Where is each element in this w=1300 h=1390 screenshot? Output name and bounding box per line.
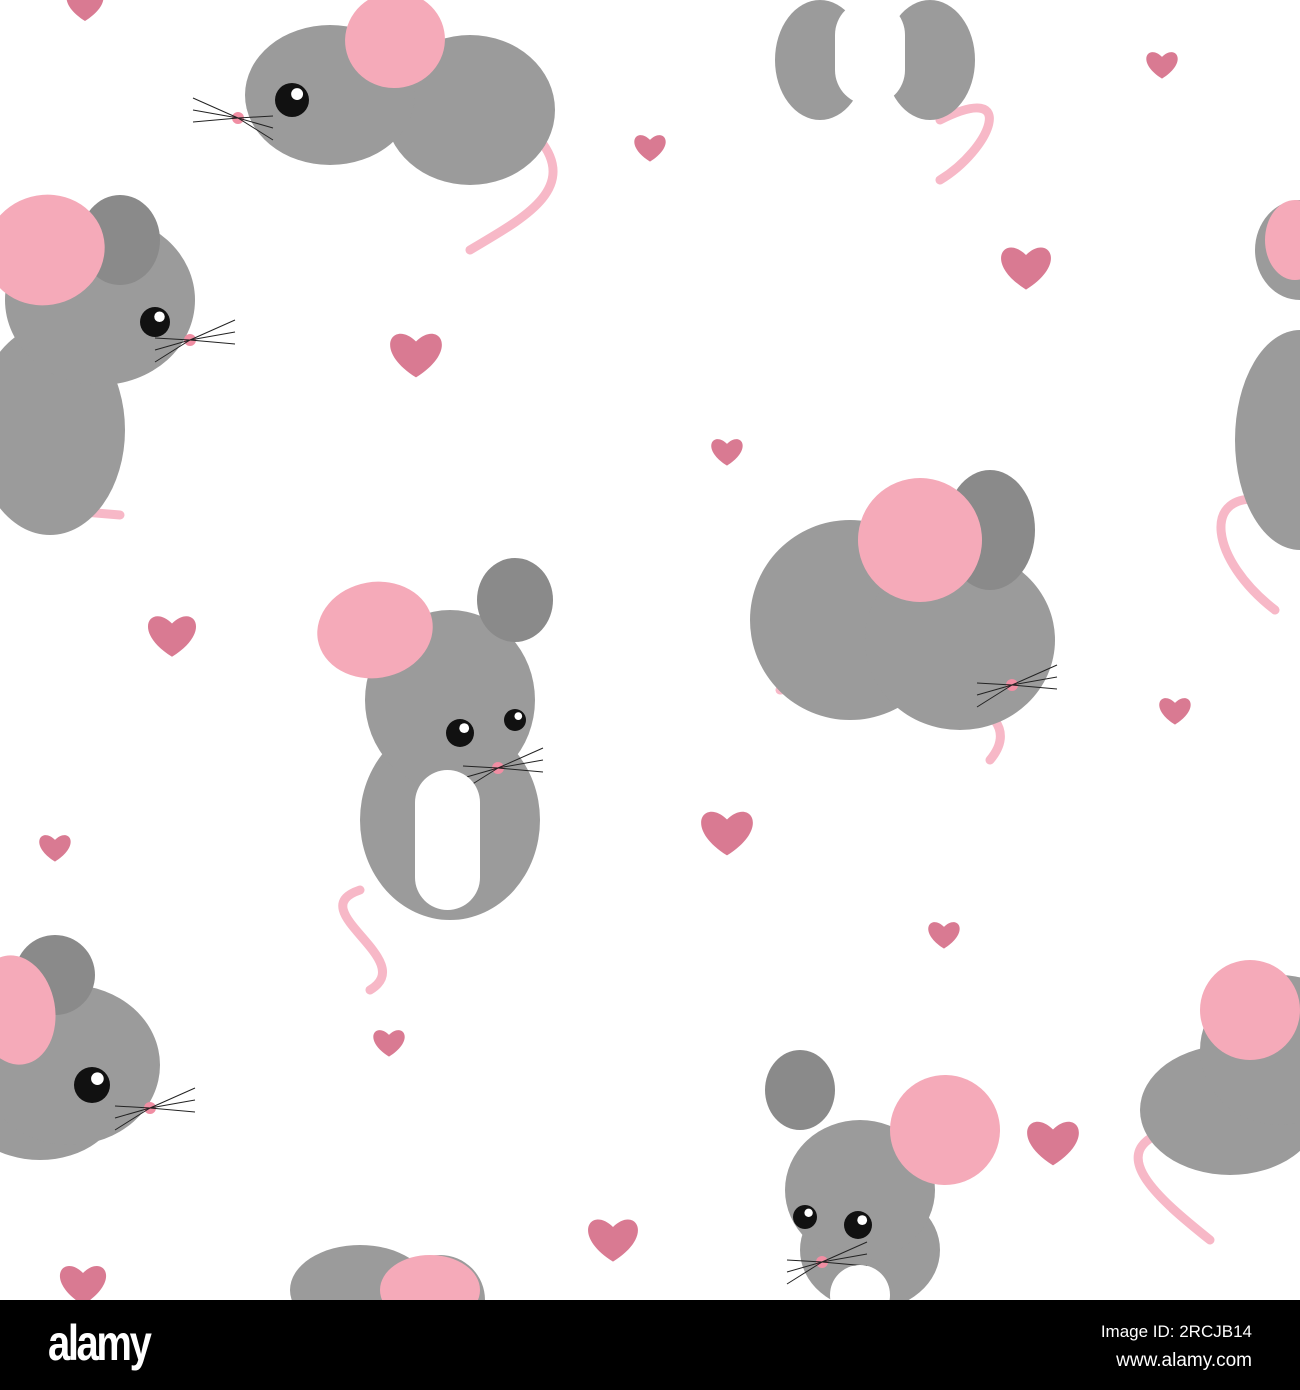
- image-id-label: Image ID: 2RCJB14: [1100, 1322, 1252, 1341]
- mice-group: [0, 0, 1300, 1300]
- mouse-figure: [0, 935, 196, 1160]
- heart-shape: [60, 1266, 106, 1300]
- mouse-pattern-illustration: [0, 0, 1300, 1300]
- heart-shape: [928, 922, 960, 949]
- mouse-figure: [750, 470, 1058, 765]
- mouse-figure: [0, 194, 236, 535]
- heart-shape: [634, 135, 666, 162]
- heart-shape: [1146, 52, 1178, 79]
- heart-shape: [390, 333, 442, 378]
- heart-shape: [39, 835, 71, 862]
- heart-shape: [147, 616, 197, 657]
- site-url: www.alamy.com: [1116, 1350, 1252, 1371]
- mouse-figure: [775, 0, 994, 185]
- heart-shape: [1027, 1121, 1079, 1166]
- heart-shape: [588, 1219, 638, 1262]
- mouse-figure: [1216, 200, 1300, 615]
- heart-shape: [373, 1030, 405, 1057]
- heart-shape: [1159, 698, 1191, 725]
- mouse-figure: [317, 558, 553, 995]
- mouse-figure: [192, 0, 558, 255]
- watermark-footer: alamy Image ID: 2RCJB14 www.alamy.com: [0, 1300, 1300, 1390]
- heart-shape: [711, 439, 743, 466]
- heart-shape: [1001, 247, 1051, 290]
- mouse-figure: [1133, 960, 1300, 1245]
- heart-shape: [66, 0, 104, 21]
- heart-shape: [701, 811, 753, 856]
- alamy-logo: alamy: [48, 1315, 152, 1371]
